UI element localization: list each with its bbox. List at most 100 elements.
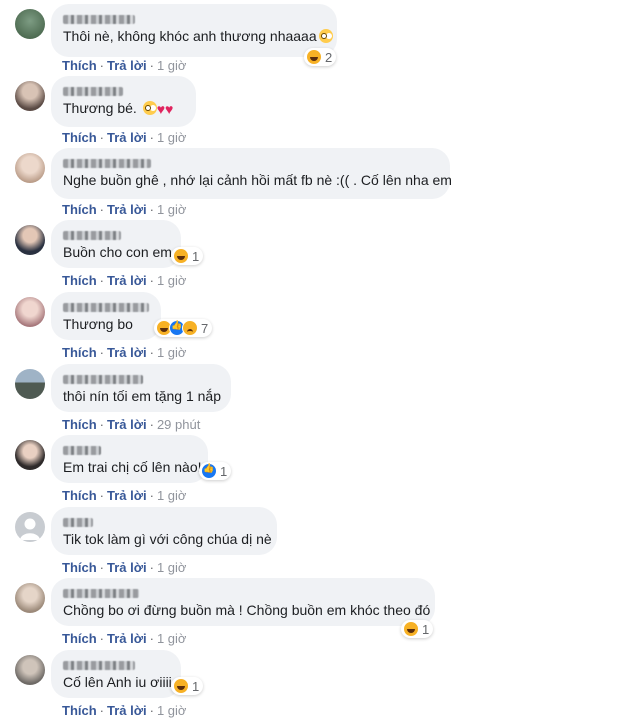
like-link[interactable]: Thích [62, 417, 97, 432]
comment-text: Thương bo [63, 316, 133, 332]
reply-link[interactable]: Trả lời [107, 58, 147, 73]
like-link[interactable]: Thích [62, 703, 97, 718]
comment-actions: Thích · Trả lời · 1 giờ [62, 58, 187, 73]
reaction-count: 1 [192, 248, 200, 264]
sad-reaction-icon [182, 320, 198, 336]
red-heart-icon: ♥ [165, 101, 174, 117]
haha-reaction-icon [173, 678, 189, 694]
comment-bubble: Nghe buồn ghê , nhớ lại cảnh hồi mất fb … [51, 148, 452, 199]
avatar[interactable] [15, 512, 45, 542]
reply-link[interactable]: Trả lời [107, 273, 147, 288]
like-link[interactable]: Thích [62, 202, 97, 217]
comment-text: Chồng bo ơi đừng buồn mà ! Chồng buồn em… [63, 602, 431, 618]
comment-bubble: Tik tok làm gì với công chúa dị nè [51, 507, 277, 555]
reaction-summary[interactable]: 1 [199, 462, 232, 480]
timestamp[interactable]: 1 giờ [157, 488, 187, 503]
reaction-count: 1 [192, 678, 200, 694]
comment-actions: Thích · Trả lời · 1 giờ [62, 703, 187, 718]
comment-text: Thương bé. [63, 100, 137, 116]
avatar[interactable] [15, 583, 45, 613]
comment-bubble: Em trai chị cố lên nào! [51, 435, 208, 483]
reaction-count: 1 [220, 463, 228, 479]
haha-reaction-icon [306, 49, 322, 65]
default-avatar-icon [20, 518, 40, 540]
comment-actions: Thích · Trả lời · 29 phút [62, 417, 201, 432]
author-name-blurred[interactable] [63, 442, 196, 456]
reply-link[interactable]: Trả lời [107, 560, 147, 575]
comment-text: Em trai chị cố lên nào! [63, 459, 202, 475]
reply-link[interactable]: Trả lời [107, 631, 147, 646]
timestamp[interactable]: 1 giờ [157, 631, 187, 646]
timestamp[interactable]: 1 giờ [157, 58, 187, 73]
comment-item: Cố lên Anh iu ơiiii 1 Thích · Trả lời · 1 gi… [0, 650, 640, 722]
author-name-blurred[interactable] [63, 83, 184, 97]
comment-item: Chồng bo ơi đừng buồn mà ! Chồng buồn em… [0, 578, 640, 650]
author-name-blurred[interactable] [63, 155, 438, 169]
haha-reaction-icon [173, 248, 189, 264]
like-link[interactable]: Thích [62, 58, 97, 73]
red-heart-icon: ♥ [156, 101, 166, 117]
comment-actions: Thích · Trả lời · 1 giờ [62, 273, 187, 288]
reply-link[interactable]: Trả lời [107, 130, 147, 145]
author-name-blurred[interactable] [63, 657, 169, 671]
comment-item: Thương bo 7 Thích·Trả lời·1 giờ [0, 292, 640, 364]
timestamp[interactable]: 1 giờ [157, 130, 187, 145]
reaction-summary[interactable]: 1 [401, 620, 434, 638]
comment-text: Thôi nè, không khóc anh thương nhaaaa [63, 28, 317, 44]
avatar[interactable] [15, 297, 45, 327]
avatar[interactable] [15, 153, 45, 183]
author-name-blurred[interactable] [63, 11, 325, 25]
author-name-blurred[interactable] [63, 227, 169, 241]
reply-link[interactable]: Trả lời [107, 345, 147, 360]
comment-text: Cố lên Anh iu ơiiii [63, 674, 172, 690]
timestamp[interactable]: 29 phút [157, 417, 200, 432]
like-link[interactable]: Thích [62, 273, 97, 288]
comment-bubble: Thương bo [51, 292, 161, 340]
author-name-blurred[interactable] [63, 371, 219, 385]
timestamp[interactable]: 1 giờ [157, 703, 187, 718]
comment-bubble: Buồn cho con em [51, 220, 181, 268]
author-name-blurred[interactable] [63, 585, 423, 599]
like-link[interactable]: Thích [62, 130, 97, 145]
like-link[interactable]: Thích [62, 345, 97, 360]
author-name-blurred[interactable] [63, 514, 265, 528]
comment-actions: Thích · Trả lời · 1 giờ [62, 130, 187, 145]
avatar[interactable] [15, 225, 45, 255]
comment-actions: Thích · Trả lời · 1 giờ [62, 488, 187, 503]
reply-link[interactable]: Trả lời [107, 703, 147, 718]
reaction-summary[interactable]: 7 [154, 319, 213, 337]
comment-item: Nghe buồn ghê , nhớ lại cảnh hồi mất fb … [0, 148, 640, 220]
comment-text: Nghe buồn ghê , nhớ lại cảnh hồi mất fb … [63, 172, 452, 188]
avatar[interactable] [15, 655, 45, 685]
avatar[interactable] [15, 369, 45, 399]
reaction-count: 7 [201, 320, 209, 336]
reaction-summary[interactable]: 2 [304, 48, 337, 66]
timestamp[interactable]: 1 giờ [157, 345, 187, 360]
like-link[interactable]: Thích [62, 560, 97, 575]
reply-link[interactable]: Trả lời [107, 417, 147, 432]
reaction-count: 2 [325, 49, 333, 65]
comment-item: Buồn cho con em 1 Thích · Trả lời · 1 giờ [0, 220, 640, 292]
comment-bubble: Thôi nè, không khóc anh thương nhaaaa [51, 4, 337, 57]
timestamp[interactable]: 1 giờ [157, 273, 187, 288]
comment-item: Tik tok làm gì với công chúa dị nè Thích… [0, 507, 640, 579]
reply-link[interactable]: Trả lời [107, 202, 147, 217]
timestamp[interactable]: 1 giờ [157, 560, 187, 575]
reply-link[interactable]: Trả lời [107, 488, 147, 503]
reaction-summary[interactable]: 1 [171, 247, 204, 265]
avatar[interactable] [15, 440, 45, 470]
timestamp[interactable]: 1 giờ [157, 202, 187, 217]
like-reaction-icon [201, 463, 217, 479]
comment-bubble: Cố lên Anh iu ơiiii [51, 650, 181, 698]
comment-item: thôi nín tối em tặng 1 nắp Thích · Trả lời… [0, 364, 640, 436]
reaction-summary[interactable]: 1 [171, 677, 204, 695]
avatar[interactable] [15, 9, 45, 39]
comment-item: Em trai chị cố lên nào! 1 Thích·Trả lời·… [0, 435, 640, 507]
reaction-count: 1 [422, 621, 430, 637]
comment-text: Tik tok làm gì với công chúa dị nè [63, 531, 272, 547]
avatar[interactable] [15, 81, 45, 111]
like-link[interactable]: Thích [62, 631, 97, 646]
like-link[interactable]: Thích [62, 488, 97, 503]
comment-text: thôi nín tối em tặng 1 nắp [63, 388, 221, 404]
author-name-blurred[interactable] [63, 299, 149, 313]
